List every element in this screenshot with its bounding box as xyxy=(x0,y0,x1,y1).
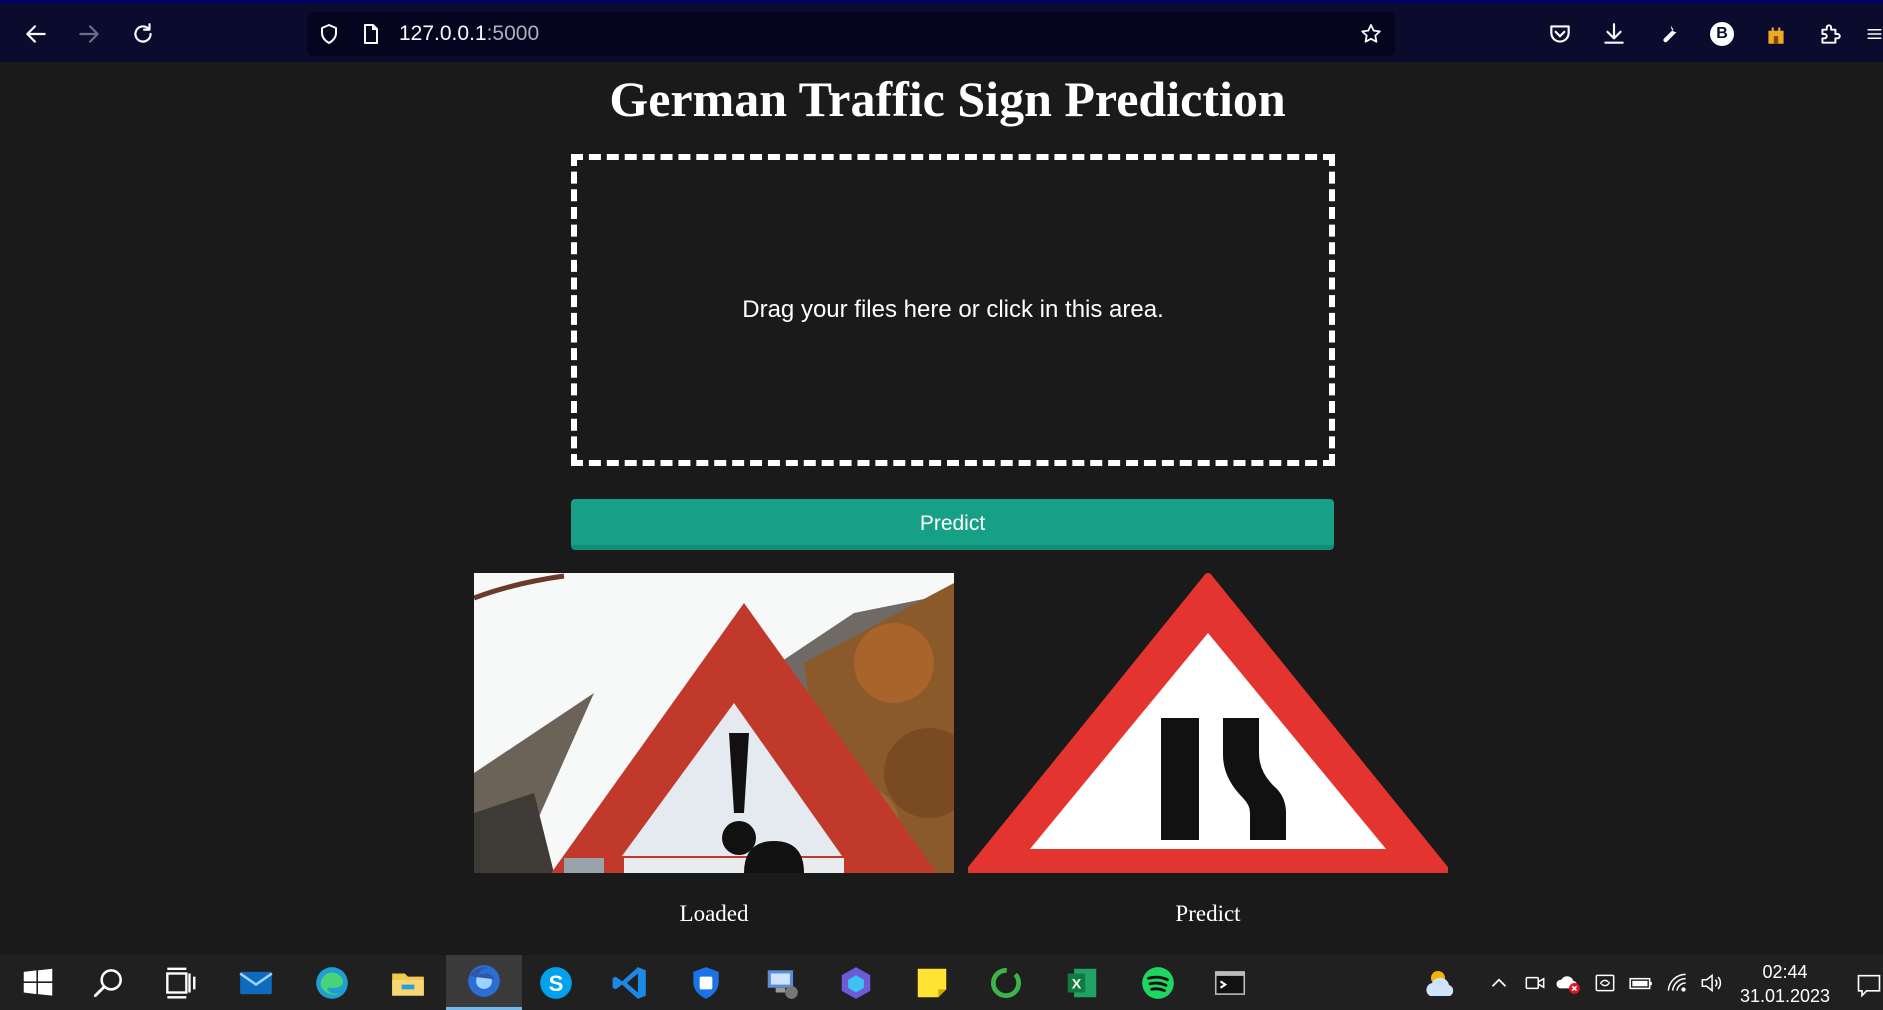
page-icon[interactable] xyxy=(359,22,383,46)
clock-date: 31.01.2023 xyxy=(1739,986,1831,1006)
sync-icon[interactable] xyxy=(1592,970,1618,996)
shield-icon[interactable] xyxy=(317,22,341,46)
chevron-up-icon[interactable] xyxy=(1486,970,1512,996)
weather-icon[interactable] xyxy=(1422,966,1462,1000)
svg-text:X: X xyxy=(1072,976,1082,992)
windows-start-icon xyxy=(23,968,53,996)
remote-desktop-icon xyxy=(767,969,798,999)
taskbar-skype[interactable]: S xyxy=(518,955,594,1010)
task-view-button[interactable] xyxy=(142,955,218,1010)
task-view-icon xyxy=(166,967,196,998)
search-icon xyxy=(93,968,122,997)
extensions-menu-button[interactable] xyxy=(1816,20,1844,48)
taskbar-spotify[interactable] xyxy=(1120,955,1196,1010)
taskbar-remote-desktop[interactable] xyxy=(744,955,820,1010)
drop-zone-text: Drag your files here or click in this ar… xyxy=(742,296,1164,323)
taskbar-file-explorer[interactable] xyxy=(370,955,446,1010)
defender-shield-icon xyxy=(693,966,719,999)
svg-text:S: S xyxy=(549,970,564,995)
url-bar[interactable]: 127.0.0.1:5000 xyxy=(307,12,1395,56)
taskbar-copilot[interactable] xyxy=(818,955,894,1010)
arrow-left-icon xyxy=(26,25,46,43)
taskbar-sticky-notes[interactable] xyxy=(894,955,970,1010)
terminal-icon xyxy=(1214,970,1246,995)
predicted-image xyxy=(968,573,1448,873)
taskbar-excel[interactable]: X xyxy=(1044,955,1120,1010)
loaded-image xyxy=(474,573,954,873)
reload-icon xyxy=(134,23,152,43)
loaded-caption: Loaded xyxy=(679,901,749,926)
devtools-button[interactable] xyxy=(1654,20,1682,48)
taskbar-edge[interactable] xyxy=(294,955,370,1010)
hamburger-icon xyxy=(1867,29,1882,39)
wrench-icon xyxy=(1663,25,1677,43)
sticky-note-icon xyxy=(917,968,947,997)
road-narrows-sign xyxy=(968,573,1448,873)
reload-button[interactable] xyxy=(124,15,162,53)
excel-icon: X xyxy=(1067,968,1097,997)
bookmark-star-icon[interactable] xyxy=(1359,22,1383,46)
avatar: B xyxy=(1710,22,1734,46)
circle-ring-icon xyxy=(990,967,1022,998)
taskbar-firefox[interactable] xyxy=(446,955,522,1010)
clock-time: 02:44 xyxy=(1762,962,1808,982)
page-title: German Traffic Sign Prediction xyxy=(609,71,1286,127)
back-button[interactable] xyxy=(17,15,55,53)
vscode-icon xyxy=(612,966,646,999)
firefox-icon xyxy=(468,965,500,997)
download-icon xyxy=(1604,23,1624,44)
battery-icon[interactable] xyxy=(1628,970,1654,996)
predict-caption: Predict xyxy=(1175,901,1241,926)
volume-icon[interactable] xyxy=(1698,970,1724,996)
windows-taskbar: S X 02:44 31.01.2023 xyxy=(0,955,1883,1010)
profile-button[interactable]: B xyxy=(1708,20,1736,48)
onedrive-error-icon[interactable] xyxy=(1556,970,1582,996)
attention-sign-photo xyxy=(474,573,954,873)
pocket-icon xyxy=(1550,25,1570,43)
downloads-button[interactable] xyxy=(1600,20,1628,48)
pocket-button[interactable] xyxy=(1546,20,1574,48)
taskbar-search[interactable] xyxy=(70,955,146,1010)
extension-button[interactable] xyxy=(1762,20,1790,48)
predict-button[interactable]: Predict xyxy=(571,499,1334,550)
wifi-icon[interactable] xyxy=(1664,970,1690,996)
notification-center-icon[interactable] xyxy=(1855,970,1883,1000)
folder-icon xyxy=(392,973,424,996)
camera-icon[interactable] xyxy=(1522,970,1548,996)
forward-button[interactable] xyxy=(70,15,108,53)
taskbar-circle-app[interactable] xyxy=(968,955,1044,1010)
taskbar-terminal[interactable] xyxy=(1192,955,1268,1010)
taskbar-security[interactable] xyxy=(668,955,744,1010)
skype-icon: S xyxy=(540,966,572,999)
url-text[interactable]: 127.0.0.1:5000 xyxy=(399,22,539,46)
arrow-right-icon xyxy=(79,25,99,43)
taskbar-vscode[interactable] xyxy=(592,955,668,1010)
start-button[interactable] xyxy=(0,955,76,1010)
file-drop-zone[interactable]: Drag your files here or click in this ar… xyxy=(571,154,1335,466)
url-port: :5000 xyxy=(486,22,540,45)
url-host: 127.0.0.1 xyxy=(399,22,487,45)
app-menu-button[interactable] xyxy=(1866,20,1883,48)
taskbar-clock[interactable]: 02:44 31.01.2023 xyxy=(1728,960,1842,1008)
taskbar-mail[interactable] xyxy=(218,955,294,1010)
browser-toolbar: 127.0.0.1:5000 B xyxy=(0,0,1883,62)
castle-extension-icon xyxy=(1768,27,1784,44)
edge-icon xyxy=(316,966,348,999)
page-content: German Traffic Sign Prediction Drag your… xyxy=(0,62,1883,955)
mail-icon xyxy=(239,971,273,994)
puzzle-icon xyxy=(1821,24,1841,44)
spotify-icon xyxy=(1142,966,1174,999)
copilot-icon xyxy=(841,966,871,999)
